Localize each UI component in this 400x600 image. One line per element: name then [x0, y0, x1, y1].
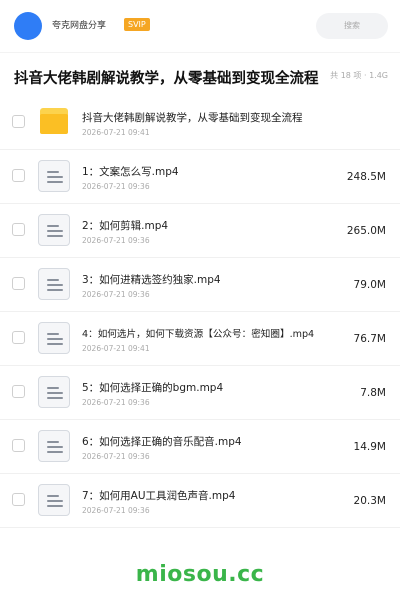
file-date: 2026-07-21 09:36	[82, 398, 150, 407]
share-header: 夸克网盘分享 SVIP 搜索	[0, 0, 400, 52]
file-date: 2026-07-21 09:41	[82, 344, 150, 353]
file-date: 2026-07-21 09:41	[82, 128, 150, 137]
document-icon	[38, 268, 70, 300]
row-checkbox[interactable]	[12, 115, 25, 128]
file-date: 2026-07-21 09:36	[82, 290, 150, 299]
list-item[interactable]: 6：如何选择正确的音乐配音.mp4 2026-07-21 09:36 14.9M	[0, 420, 400, 474]
list-item[interactable]: 2：如何剪辑.mp4 2026-07-21 09:36 265.0M	[0, 204, 400, 258]
page-title: 抖音大佬韩剧解说教学，从零基础到变现全流程	[14, 71, 319, 87]
file-size: 20.3M	[353, 495, 386, 507]
list-item[interactable]: 1：文案怎么写.mp4 2026-07-21 09:36 248.5M	[0, 150, 400, 204]
file-name: 5：如何选择正确的bgm.mp4	[82, 382, 224, 394]
file-size: 248.5M	[346, 171, 386, 183]
folder-title-row: 共 18 项 · 1.4G 抖音大佬韩剧解说教学，从零基础到变现全流程	[0, 52, 400, 96]
file-size: 76.7M	[353, 333, 386, 345]
list-item[interactable]: 7：如何用AU工具润色声音.mp4 2026-07-21 09:36 20.3M	[0, 474, 400, 528]
document-icon	[38, 376, 70, 408]
row-checkbox[interactable]	[12, 439, 25, 452]
file-name: 6：如何选择正确的音乐配音.mp4	[82, 436, 242, 448]
list-item[interactable]: 4：如何选片，如何下载资源【公众号：密知圈】.mp4 2026-07-21 09…	[0, 312, 400, 366]
file-name: 2：如何剪辑.mp4	[82, 220, 169, 232]
document-icon	[38, 160, 70, 192]
file-name: 7：如何用AU工具润色声音.mp4	[82, 490, 236, 502]
document-icon	[38, 214, 70, 246]
file-size: 14.9M	[353, 441, 386, 453]
folder-meta: 共 18 项 · 1.4G	[330, 71, 388, 80]
row-checkbox[interactable]	[12, 223, 25, 236]
file-date: 2026-07-21 09:36	[82, 182, 150, 191]
row-checkbox[interactable]	[12, 385, 25, 398]
site-watermark: miosou.cc	[135, 562, 265, 587]
file-size: 7.8M	[360, 387, 386, 399]
list-item[interactable]: 5：如何选择正确的bgm.mp4 2026-07-21 09:36 7.8M	[0, 366, 400, 420]
file-name: 4：如何选片，如何下载资源【公众号：密知圈】.mp4	[82, 329, 315, 340]
file-date: 2026-07-21 09:36	[82, 236, 150, 245]
list-item[interactable]: 3：如何进精选签约独家.mp4 2026-07-21 09:36 79.0M	[0, 258, 400, 312]
list-item-folder[interactable]: 抖音大佬韩剧解说教学，从零基础到变现全流程 2026-07-21 09:41	[0, 96, 400, 150]
search-input[interactable]: 搜索	[316, 13, 388, 39]
user-avatar[interactable]	[14, 12, 42, 40]
row-checkbox[interactable]	[12, 277, 25, 290]
document-icon	[38, 322, 70, 354]
file-name: 抖音大佬韩剧解说教学，从零基础到变现全流程	[82, 112, 303, 124]
folder-icon	[40, 108, 68, 134]
row-checkbox[interactable]	[12, 331, 25, 344]
file-name: 1：文案怎么写.mp4	[82, 166, 179, 178]
file-list: 抖音大佬韩剧解说教学，从零基础到变现全流程 2026-07-21 09:41 1…	[0, 96, 400, 528]
document-icon	[38, 430, 70, 462]
file-size: 265.0M	[346, 225, 386, 237]
file-date: 2026-07-21 09:36	[82, 452, 150, 461]
share-owner-name: 夸克网盘分享	[52, 21, 107, 31]
file-name: 3：如何进精选签约独家.mp4	[82, 274, 221, 286]
row-checkbox[interactable]	[12, 169, 25, 182]
row-checkbox[interactable]	[12, 493, 25, 506]
document-icon	[38, 484, 70, 516]
svip-badge: SVIP	[124, 18, 150, 31]
file-size: 79.0M	[353, 279, 386, 291]
file-date: 2026-07-21 09:36	[82, 506, 150, 515]
